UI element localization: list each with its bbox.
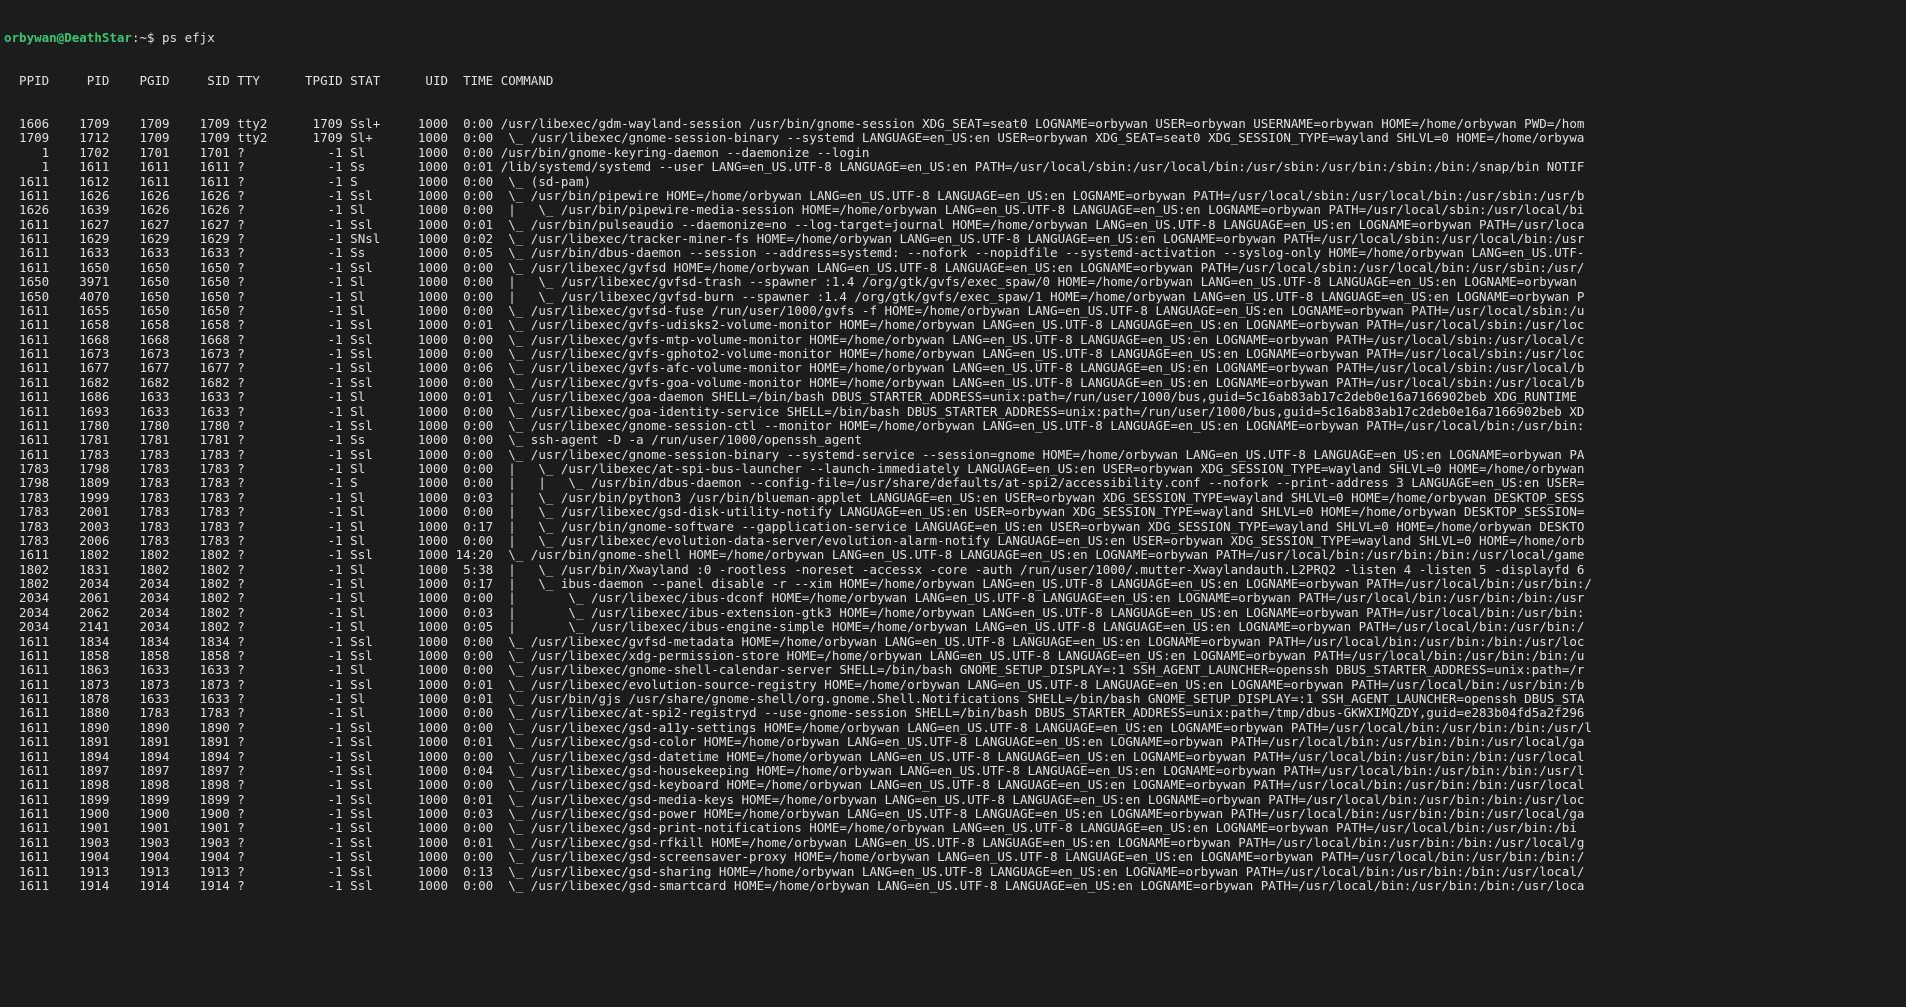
- ps-row: 1606 1709 1709 1709 tty2 1709 Ssl+ 1000 …: [4, 117, 1902, 131]
- ps-row: 1611 1900 1900 1900 ? -1 Ssl 1000 0:03 \…: [4, 807, 1902, 821]
- ps-row: 2034 2061 2034 1802 ? -1 Sl 1000 0:00 | …: [4, 591, 1902, 605]
- ps-row: 1611 1903 1903 1903 ? -1 Ssl 1000 0:01 \…: [4, 836, 1902, 850]
- ps-row: 1611 1668 1668 1668 ? -1 Ssl 1000 0:00 \…: [4, 333, 1902, 347]
- prompt-command: ps efjx: [162, 30, 215, 45]
- ps-row: 1783 2006 1783 1783 ? -1 Sl 1000 0:00 | …: [4, 534, 1902, 548]
- ps-row: 1 1702 1701 1701 ? -1 Sl 1000 0:00 /usr/…: [4, 146, 1902, 160]
- ps-row: 1626 1639 1626 1626 ? -1 Sl 1000 0:00 | …: [4, 203, 1902, 217]
- ps-row: 1611 1891 1891 1891 ? -1 Ssl 1000 0:01 \…: [4, 735, 1902, 749]
- ps-row: 1611 1894 1894 1894 ? -1 Ssl 1000 0:00 \…: [4, 750, 1902, 764]
- ps-row: 1611 1677 1677 1677 ? -1 Ssl 1000 0:06 \…: [4, 361, 1902, 375]
- ps-rows: 1606 1709 1709 1709 tty2 1709 Ssl+ 1000 …: [4, 117, 1902, 893]
- ps-row: 1611 1682 1682 1682 ? -1 Ssl 1000 0:00 \…: [4, 376, 1902, 390]
- ps-row: 1611 1693 1633 1633 ? -1 Sl 1000 0:00 \_…: [4, 405, 1902, 419]
- ps-row: 1611 1673 1673 1673 ? -1 Ssl 1000 0:00 \…: [4, 347, 1902, 361]
- ps-row: 1611 1633 1633 1633 ? -1 Ss 1000 0:05 \_…: [4, 246, 1902, 260]
- ps-row: 1611 1612 1611 1611 ? -1 S 1000 0:00 \_ …: [4, 175, 1902, 189]
- ps-row: 1611 1863 1633 1633 ? -1 Sl 1000 0:00 \_…: [4, 663, 1902, 677]
- prompt-separator: :~$: [132, 30, 162, 45]
- ps-row: 1611 1878 1633 1633 ? -1 Sl 1000 0:01 \_…: [4, 692, 1902, 706]
- ps-row: 1650 4070 1650 1650 ? -1 Sl 1000 0:00 | …: [4, 290, 1902, 304]
- ps-row: 1611 1783 1783 1783 ? -1 Ssl 1000 0:00 \…: [4, 448, 1902, 462]
- ps-row: 1611 1914 1914 1914 ? -1 Ssl 1000 0:00 \…: [4, 879, 1902, 893]
- terminal-output[interactable]: orbywan@DeathStar:~$ ps efjx PPID PID PG…: [0, 0, 1906, 910]
- ps-row: 1783 2003 1783 1783 ? -1 Sl 1000 0:17 | …: [4, 520, 1902, 534]
- ps-row: 1611 1904 1904 1904 ? -1 Ssl 1000 0:00 \…: [4, 850, 1902, 864]
- ps-row: 1611 1898 1898 1898 ? -1 Ssl 1000 0:00 \…: [4, 778, 1902, 792]
- ps-row: 1611 1873 1873 1873 ? -1 Ssl 1000 0:01 \…: [4, 678, 1902, 692]
- ps-row: 1611 1858 1858 1858 ? -1 Ssl 1000 0:00 \…: [4, 649, 1902, 663]
- ps-row: 1611 1629 1629 1629 ? -1 SNsl 1000 0:02 …: [4, 232, 1902, 246]
- ps-row: 2034 2062 2034 1802 ? -1 Sl 1000 0:03 | …: [4, 606, 1902, 620]
- ps-row: 1611 1627 1627 1627 ? -1 Ssl 1000 0:01 \…: [4, 218, 1902, 232]
- prompt-user: orbywan@DeathStar: [4, 30, 132, 45]
- ps-row: 2034 2141 2034 1802 ? -1 Sl 1000 0:05 | …: [4, 620, 1902, 634]
- ps-row: 1783 1999 1783 1783 ? -1 Sl 1000 0:03 | …: [4, 491, 1902, 505]
- ps-row: 1611 1626 1626 1626 ? -1 Ssl 1000 0:00 \…: [4, 189, 1902, 203]
- ps-row: 1611 1913 1913 1913 ? -1 Ssl 1000 0:13 \…: [4, 865, 1902, 879]
- ps-row: 1709 1712 1709 1709 tty2 1709 Sl+ 1000 0…: [4, 131, 1902, 145]
- ps-row: 1611 1834 1834 1834 ? -1 Ssl 1000 0:00 \…: [4, 635, 1902, 649]
- ps-row: 1 1611 1611 1611 ? -1 Ss 1000 0:01 /lib/…: [4, 160, 1902, 174]
- ps-row: 1611 1658 1658 1658 ? -1 Ssl 1000 0:01 \…: [4, 318, 1902, 332]
- ps-row: 1611 1780 1780 1780 ? -1 Ssl 1000 0:00 \…: [4, 419, 1902, 433]
- ps-row: 1783 2001 1783 1783 ? -1 Sl 1000 0:00 | …: [4, 505, 1902, 519]
- ps-row: 1611 1897 1897 1897 ? -1 Ssl 1000 0:04 \…: [4, 764, 1902, 778]
- ps-row: 1611 1901 1901 1901 ? -1 Ssl 1000 0:00 \…: [4, 821, 1902, 835]
- ps-row: 1798 1809 1783 1783 ? -1 S 1000 0:00 | |…: [4, 476, 1902, 490]
- ps-row: 1611 1802 1802 1802 ? -1 Ssl 1000 14:20 …: [4, 548, 1902, 562]
- ps-row: 1611 1781 1781 1781 ? -1 Ss 1000 0:00 \_…: [4, 433, 1902, 447]
- ps-row: 1611 1686 1633 1633 ? -1 Sl 1000 0:01 \_…: [4, 390, 1902, 404]
- ps-row: 1611 1880 1783 1783 ? -1 Sl 1000 0:00 \_…: [4, 706, 1902, 720]
- ps-row: 1783 1798 1783 1783 ? -1 Sl 1000 0:00 | …: [4, 462, 1902, 476]
- prompt-line: orbywan@DeathStar:~$ ps efjx: [4, 31, 1902, 45]
- ps-row: 1802 2034 2034 1802 ? -1 Sl 1000 0:17 | …: [4, 577, 1902, 591]
- ps-row: 1611 1650 1650 1650 ? -1 Ssl 1000 0:00 \…: [4, 261, 1902, 275]
- ps-header-row: PPID PID PGID SID TTY TPGID STAT UID TIM…: [4, 74, 1902, 88]
- ps-row: 1611 1890 1890 1890 ? -1 Ssl 1000 0:00 \…: [4, 721, 1902, 735]
- ps-row: 1611 1655 1650 1650 ? -1 Sl 1000 0:00 \_…: [4, 304, 1902, 318]
- ps-row: 1802 1831 1802 1802 ? -1 Sl 1000 5:38 | …: [4, 563, 1902, 577]
- ps-row: 1611 1899 1899 1899 ? -1 Ssl 1000 0:01 \…: [4, 793, 1902, 807]
- ps-row: 1650 3971 1650 1650 ? -1 Sl 1000 0:00 | …: [4, 275, 1902, 289]
